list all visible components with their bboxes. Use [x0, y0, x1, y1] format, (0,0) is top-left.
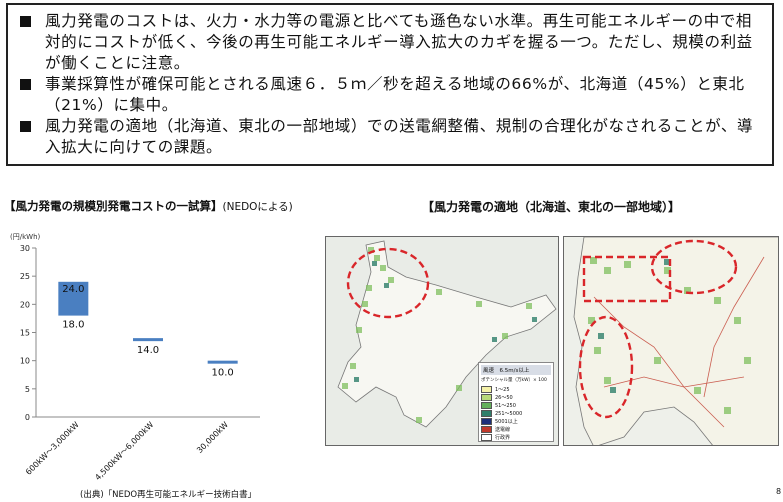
legend-label: 5001以上 — [495, 418, 518, 425]
cost-chart-title-text: 【風力発電の規模別発電コストの一試算】 — [4, 199, 223, 213]
legend-subtitle: ポテンシャル量（万kW）× 100 — [481, 378, 547, 383]
legend-item: 51～250 — [481, 401, 551, 409]
legend-item: 26～50 — [481, 393, 551, 401]
cost-chart-title-note: (NEDOによる) — [222, 201, 293, 213]
square-bullet-icon — [20, 16, 31, 27]
legend-swatch — [481, 417, 492, 425]
bar-value-label: 24.0 — [62, 284, 84, 295]
summary-bullet: 風力発電の適地（北海道、東北の一部地域）での送電網整備、規制の合理化がなされるこ… — [20, 116, 762, 158]
legend-item: 251～5000 — [481, 409, 551, 417]
x-category-label: 4,500kW～6,000kW — [93, 420, 155, 482]
y-tick-label: 25 — [20, 272, 30, 281]
y-tick-label: 0 — [25, 413, 30, 422]
legend-label: 26～50 — [495, 394, 513, 401]
legend-item: 1～25 — [481, 385, 551, 393]
maps-title: 【風力発電の適地（北海道、東北の一部地域）】 — [422, 200, 681, 214]
y-tick-label: 10 — [20, 357, 30, 366]
summary-bullet: 風力発電のコストは、火力・水力等の電源と比べても遜色ない水準。再生可能エネルギー… — [20, 11, 762, 74]
summary-text: 事業採算性が確保可能とされる風速６．５ｍ／秒を超える地域の66%が、北海道（45… — [45, 75, 745, 114]
tohoku-map-graphic — [573, 237, 778, 445]
square-bullet-icon — [20, 121, 31, 132]
bar-value-label: 10.0 — [212, 368, 234, 379]
legend-swatch — [481, 425, 492, 433]
y-tick-label: 15 — [20, 329, 30, 338]
summary-box: 風力発電のコストは、火力・水力等の電源と比べても遜色ない水準。再生可能エネルギー… — [6, 3, 774, 166]
legend-item: 行政界 — [481, 433, 551, 441]
cost-chart-title: 【風力発電の規模別発電コストの一試算】(NEDOによる) — [4, 198, 293, 214]
cost-range-bar — [207, 360, 238, 364]
chart-source: (出典)「NEDO再生可能エネルギー技術白書」 — [80, 490, 257, 500]
y-axis-label: (円/kWh) — [10, 233, 41, 241]
y-tick-label: 20 — [20, 300, 30, 309]
legend-label: 251～5000 — [495, 410, 523, 417]
legend-label: 1～25 — [495, 386, 510, 393]
x-category-label: 600kW～3,000kW — [24, 420, 81, 477]
y-tick-label: 30 — [20, 244, 30, 253]
summary-text: 風力発電のコストは、火力・水力等の電源と比べても遜色ない水準。再生可能エネルギー… — [45, 12, 753, 72]
tohoku-map — [563, 236, 779, 446]
y-tick-label: 5 — [25, 385, 30, 394]
summary-bullet: 事業採算性が確保可能とされる風速６．５ｍ／秒を超える地域の66%が、北海道（45… — [20, 74, 762, 116]
bar-value-label: 18.0 — [62, 320, 84, 331]
map-legend: 風速 6.5m/s以上 ポテンシャル量（万kW）× 100 1～25 26～50… — [478, 362, 554, 442]
legend-swatch — [481, 385, 492, 393]
legend-item: 送電線 — [481, 425, 551, 433]
legend-label: 送電線 — [495, 426, 511, 433]
x-category-label: 30,000kW — [195, 420, 230, 455]
legend-label: 51～250 — [495, 402, 516, 409]
bar-value-label: 14.0 — [137, 345, 159, 356]
legend-item: 5001以上 — [481, 417, 551, 425]
summary-text: 風力発電の適地（北海道、東北の一部地域）での送電網整備、規制の合理化がなされるこ… — [45, 117, 754, 156]
legend-swatch — [481, 401, 492, 409]
legend-swatch — [481, 393, 492, 401]
square-bullet-icon — [20, 79, 31, 90]
cost-bar-chart: (円/kWh) 0 5 10 15 20 25 30 24.0 18.0 600kW～3,000kW… — [10, 233, 260, 482]
legend-title: 風速 6.5m/s以上 — [481, 365, 551, 375]
hokkaido-map: 風速 6.5m/s以上 ポテンシャル量（万kW）× 100 1～25 26～50… — [325, 236, 559, 446]
legend-label: 行政界 — [495, 434, 511, 441]
cost-range-bar — [133, 338, 163, 342]
legend-swatch — [481, 433, 492, 441]
legend-swatch — [481, 409, 492, 417]
page-number: 8 — [776, 487, 782, 496]
